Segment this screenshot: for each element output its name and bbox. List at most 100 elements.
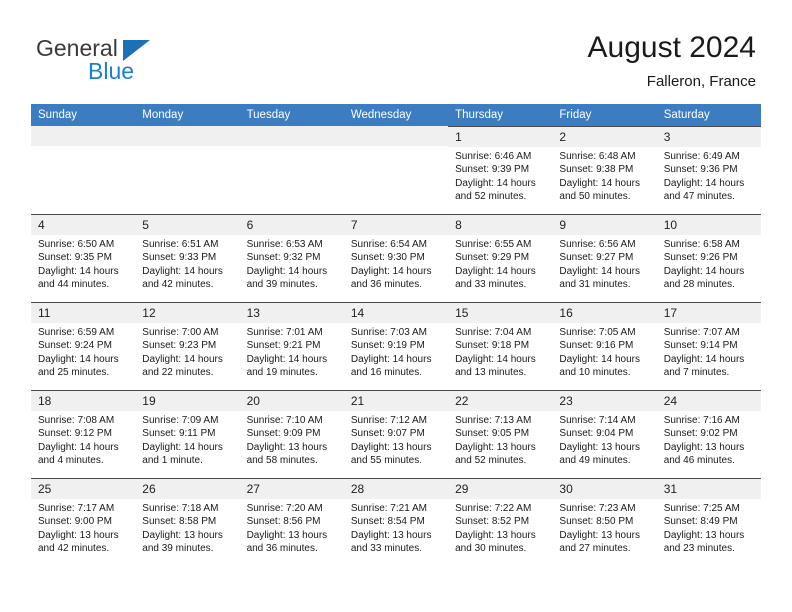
calendar-day-cell[interactable]: 31 Sunrise: 7:25 AM Sunset: 8:49 PM Dayligh… <box>656 478 761 566</box>
calendar-cell: 26 Sunrise: 7:18 AM Sunset: 8:58 PM Dayligh… <box>135 478 240 566</box>
calendar-day-cell[interactable]: 5 Sunrise: 6:51 AM Sunset: 9:33 PM Daylight… <box>135 214 240 302</box>
sunset-text: Sunset: 9:16 PM <box>559 340 634 352</box>
calendar-day-cell[interactable]: 30 Sunrise: 7:23 AM Sunset: 8:50 PM Dayligh… <box>552 478 657 566</box>
calendar-cell: 10 Sunrise: 6:58 AM Sunset: 9:26 PM Dayligh… <box>656 214 761 302</box>
sunrise-text: Sunrise: 7:23 AM <box>559 503 636 514</box>
calendar-week-row: 1 Sunrise: 6:46 AM Sunset: 9:39 PM Daylight… <box>31 126 761 214</box>
day-number: 19 <box>135 391 240 411</box>
sunset-text: Sunset: 9:30 PM <box>350 252 425 264</box>
calendar-day-cell[interactable]: 9 Sunrise: 6:56 AM Sunset: 9:27 PM Daylight… <box>552 214 657 302</box>
day-number: 6 <box>239 215 344 235</box>
calendar-day-cell[interactable]: 26 Sunrise: 7:18 AM Sunset: 8:58 PM Dayligh… <box>135 478 240 566</box>
sunset-text: Sunset: 9:02 PM <box>663 428 738 440</box>
calendar-day-cell[interactable]: 6 Sunrise: 6:53 AM Sunset: 9:32 PM Daylight… <box>239 214 344 302</box>
daylight-text-line1: Daylight: 14 hours <box>38 353 119 365</box>
weekday-header-saturday: Saturday <box>656 104 761 126</box>
sunrise-text: Sunrise: 7:22 AM <box>455 503 532 514</box>
day-number: 23 <box>552 391 657 411</box>
sunrise-text: Sunrise: 7:01 AM <box>246 327 323 338</box>
calendar-cell: 29 Sunrise: 7:22 AM Sunset: 8:52 PM Dayligh… <box>448 478 553 566</box>
daylight-text-line2: and 27 minutes. <box>559 543 631 555</box>
calendar-day-cell[interactable]: 1 Sunrise: 6:46 AM Sunset: 9:39 PM Daylight… <box>448 126 553 214</box>
daylight-text-line1: Daylight: 14 hours <box>142 353 223 365</box>
sunset-text: Sunset: 9:23 PM <box>142 340 217 352</box>
calendar-cell: 14 Sunrise: 7:03 AM Sunset: 9:19 PM Dayligh… <box>343 302 449 390</box>
calendar-day-cell[interactable]: 15 Sunrise: 7:04 AM Sunset: 9:18 PM Dayligh… <box>448 302 553 390</box>
calendar-cell: 3 Sunrise: 6:49 AM Sunset: 9:36 PM Daylight… <box>656 126 761 214</box>
day-number: 11 <box>31 303 136 323</box>
day-number: 25 <box>31 479 136 499</box>
calendar-day-cell[interactable]: 21 Sunrise: 7:12 AM Sunset: 9:07 PM Dayligh… <box>343 390 449 478</box>
brand-name-blue: Blue <box>88 58 135 84</box>
day-number: 22 <box>448 391 553 411</box>
weekday-header-sunday: Sunday <box>31 104 136 126</box>
calendar-cell-empty <box>31 126 136 214</box>
calendar-day-cell[interactable]: 14 Sunrise: 7:03 AM Sunset: 9:19 PM Dayligh… <box>343 302 449 390</box>
day-details: Sunrise: 7:21 AM Sunset: 8:54 PM Daylight:… <box>344 499 448 556</box>
daylight-text-line2: and 7 minutes. <box>663 367 730 379</box>
calendar-day-cell[interactable]: 22 Sunrise: 7:13 AM Sunset: 9:05 PM Dayligh… <box>448 390 553 478</box>
sunrise-text: Sunrise: 7:00 AM <box>142 327 219 338</box>
daylight-text-line2: and 33 minutes. <box>350 543 423 555</box>
calendar-cell: 7 Sunrise: 6:54 AM Sunset: 9:30 PM Daylight… <box>343 214 449 302</box>
sunrise-text: Sunrise: 6:54 AM <box>350 239 427 250</box>
calendar-day-cell[interactable]: 13 Sunrise: 7:01 AM Sunset: 9:21 PM Dayligh… <box>239 302 344 390</box>
day-number: 31 <box>656 479 761 499</box>
calendar-day-cell[interactable]: 25 Sunrise: 7:17 AM Sunset: 9:00 PM Dayligh… <box>31 478 136 566</box>
daylight-text-line2: and 13 minutes. <box>455 367 527 379</box>
day-details: Sunrise: 6:53 AM Sunset: 9:32 PM Daylight:… <box>240 235 344 292</box>
sunset-text: Sunset: 8:58 PM <box>142 516 217 528</box>
calendar-day-cell[interactable]: 12 Sunrise: 7:00 AM Sunset: 9:23 PM Dayligh… <box>135 302 240 390</box>
daylight-text-line1: Daylight: 13 hours <box>142 529 223 541</box>
calendar-day-cell[interactable]: 28 Sunrise: 7:21 AM Sunset: 8:54 PM Dayligh… <box>343 478 449 566</box>
calendar-cell: 1 Sunrise: 6:46 AM Sunset: 9:39 PM Daylight… <box>448 126 553 214</box>
calendar-day-cell[interactable]: 8 Sunrise: 6:55 AM Sunset: 9:29 PM Daylight… <box>448 214 553 302</box>
daylight-text-line2: and 44 minutes. <box>38 279 110 291</box>
calendar-cell: 22 Sunrise: 7:13 AM Sunset: 9:05 PM Dayligh… <box>448 390 553 478</box>
sunrise-text: Sunrise: 6:50 AM <box>38 239 115 250</box>
daylight-text-line1: Daylight: 13 hours <box>559 529 641 541</box>
calendar-cell: 31 Sunrise: 7:25 AM Sunset: 8:49 PM Dayligh… <box>656 478 761 566</box>
calendar-day-cell[interactable]: 29 Sunrise: 7:22 AM Sunset: 8:52 PM Dayligh… <box>448 478 553 566</box>
calendar-day-cell[interactable]: 4 Sunrise: 6:50 AM Sunset: 9:35 PM Daylight… <box>31 214 136 302</box>
day-number: 13 <box>239 303 344 323</box>
daylight-text-line2: and 39 minutes. <box>142 543 214 555</box>
day-number: 9 <box>552 215 657 235</box>
calendar-cell: 27 Sunrise: 7:20 AM Sunset: 8:56 PM Dayligh… <box>239 478 344 566</box>
calendar-day-cell[interactable]: 23 Sunrise: 7:14 AM Sunset: 9:04 PM Dayligh… <box>552 390 657 478</box>
calendar-day-cell[interactable]: 3 Sunrise: 6:49 AM Sunset: 9:36 PM Daylight… <box>656 126 761 214</box>
day-number: 15 <box>448 303 553 323</box>
calendar-day-cell[interactable]: 2 Sunrise: 6:48 AM Sunset: 9:38 PM Daylight… <box>552 126 657 214</box>
calendar-day-cell[interactable]: 24 Sunrise: 7:16 AM Sunset: 9:02 PM Dayligh… <box>656 390 761 478</box>
calendar-cell: 8 Sunrise: 6:55 AM Sunset: 9:29 PM Daylight… <box>448 214 553 302</box>
calendar-day-cell[interactable]: 11 Sunrise: 6:59 AM Sunset: 9:24 PM Dayligh… <box>31 302 136 390</box>
brand-logo[interactable]: General Blue <box>36 35 266 90</box>
day-number: 21 <box>343 391 449 411</box>
day-number: 7 <box>343 215 449 235</box>
calendar-cell-empty <box>135 126 240 214</box>
daylight-text-line1: Daylight: 14 hours <box>559 353 641 365</box>
day-details: Sunrise: 6:51 AM Sunset: 9:33 PM Daylight:… <box>135 235 239 292</box>
calendar-day-cell[interactable]: 7 Sunrise: 6:54 AM Sunset: 9:30 PM Daylight… <box>343 214 449 302</box>
calendar-cell-empty <box>239 126 344 214</box>
calendar-day-cell[interactable]: 18 Sunrise: 7:08 AM Sunset: 9:12 PM Dayligh… <box>31 390 136 478</box>
calendar-day-cell[interactable]: 20 Sunrise: 7:10 AM Sunset: 9:09 PM Dayligh… <box>239 390 344 478</box>
calendar-cell: 25 Sunrise: 7:17 AM Sunset: 9:00 PM Dayligh… <box>31 478 136 566</box>
calendar-body: 1 Sunrise: 6:46 AM Sunset: 9:39 PM Daylight… <box>31 126 761 566</box>
calendar-day-cell[interactable]: 10 Sunrise: 6:58 AM Sunset: 9:26 PM Dayligh… <box>656 214 761 302</box>
calendar-day-cell[interactable]: 27 Sunrise: 7:20 AM Sunset: 8:56 PM Dayligh… <box>239 478 344 566</box>
calendar-cell: 21 Sunrise: 7:12 AM Sunset: 9:07 PM Dayligh… <box>343 390 449 478</box>
day-details: Sunrise: 7:14 AM Sunset: 9:04 PM Daylight:… <box>552 411 656 468</box>
calendar-day-cell[interactable]: 17 Sunrise: 7:07 AM Sunset: 9:14 PM Dayligh… <box>656 302 761 390</box>
day-details: Sunrise: 6:56 AM Sunset: 9:27 PM Daylight:… <box>552 235 656 292</box>
sunset-text: Sunset: 9:29 PM <box>455 252 530 264</box>
calendar-day-cell[interactable]: 16 Sunrise: 7:05 AM Sunset: 9:16 PM Dayligh… <box>552 302 657 390</box>
sunset-text: Sunset: 9:27 PM <box>559 252 634 264</box>
sunrise-text: Sunrise: 6:56 AM <box>559 239 636 250</box>
sunset-text: Sunset: 9:33 PM <box>142 252 217 264</box>
calendar-day-cell[interactable]: 19 Sunrise: 7:09 AM Sunset: 9:11 PM Dayligh… <box>135 390 240 478</box>
sunset-text: Sunset: 9:14 PM <box>663 340 738 352</box>
weekday-header-thursday: Thursday <box>448 104 553 126</box>
day-number <box>31 126 136 146</box>
sunrise-text: Sunrise: 6:59 AM <box>38 327 115 338</box>
